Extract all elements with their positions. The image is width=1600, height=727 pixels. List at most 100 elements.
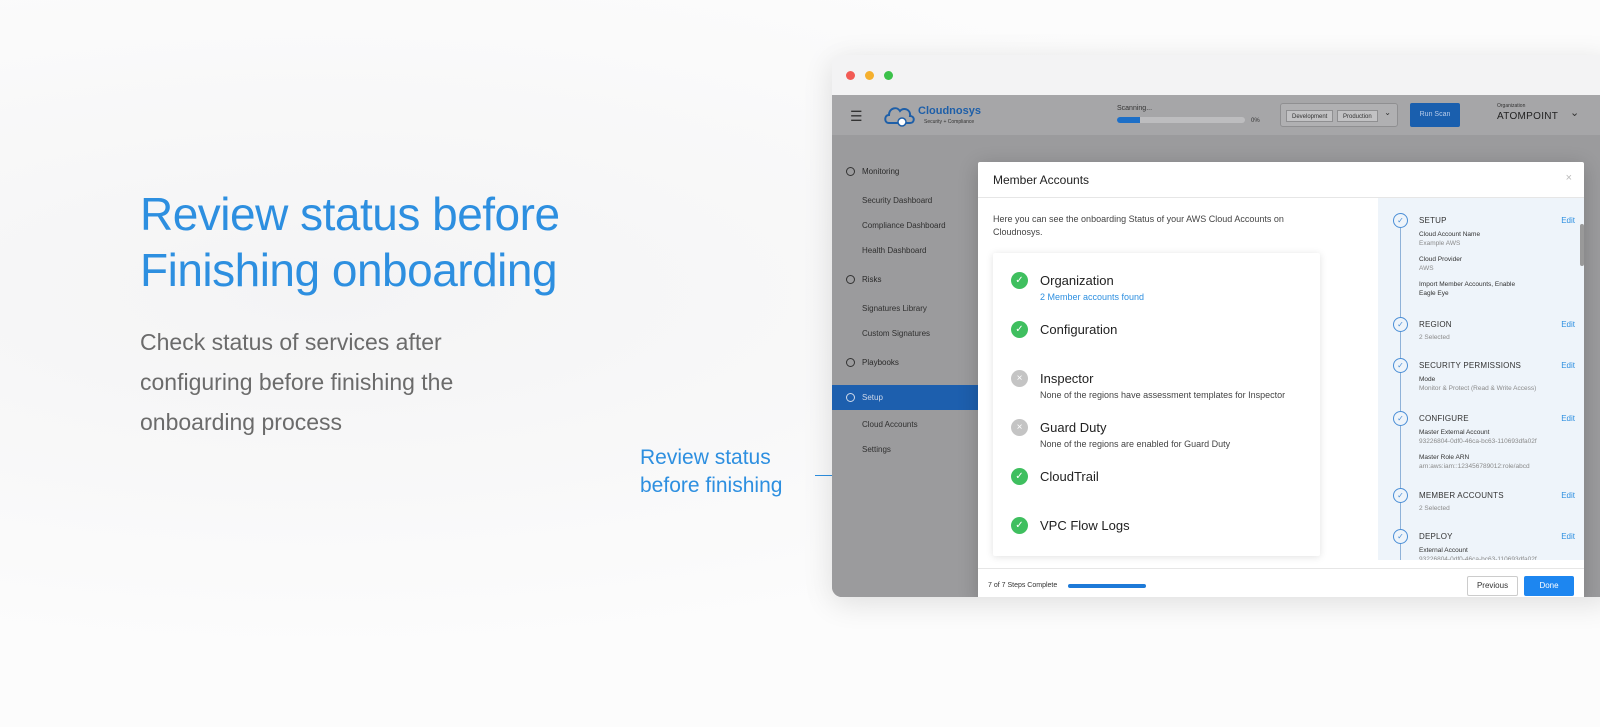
sidebar-item-setup[interactable]: Setup (832, 385, 992, 410)
maximize-window-dot[interactable] (884, 71, 893, 80)
risks-icon (846, 275, 855, 284)
sidebar: Monitoring Security Dashboard Compliance… (832, 135, 992, 597)
chevron-down-icon[interactable]: ⌄ (1570, 106, 1579, 119)
cloud-logo-icon (884, 107, 915, 127)
environment-selector[interactable]: Development Production ⌄ (1280, 103, 1398, 127)
window-controls (846, 71, 893, 80)
check-icon: ✓ (1393, 213, 1408, 228)
steps-complete-text: 7 of 7 Steps Complete (988, 582, 1058, 589)
app-window: ☰ Cloudnosys Security + Compliance Scann… (832, 55, 1600, 597)
step-field-value: 93226804-0df0-46ca-bc63-110693dfa02f (1419, 556, 1537, 560)
scan-progress-bar (1117, 117, 1245, 123)
edit-deploy-link[interactable]: Edit (1561, 532, 1575, 541)
status-card: ✓ Organization 2 Member accounts found ✓… (993, 253, 1320, 556)
organization-value[interactable]: ATOMPOINT (1497, 111, 1558, 122)
chevron-down-icon[interactable]: ⌄ (1384, 108, 1391, 117)
status-name: Guard Duty (1040, 420, 1107, 435)
status-name: Organization (1040, 273, 1114, 288)
sidebar-item-health-dashboard[interactable]: Health Dashboard (862, 246, 926, 255)
check-icon: ✓ (1393, 317, 1408, 332)
playbooks-icon (846, 358, 855, 367)
step-field-value: 93226804-0df0-46ca-bc63-110693dfa02f (1419, 438, 1537, 445)
step-title: SECURITY PERMISSIONS (1419, 361, 1522, 370)
step-field-label: Cloud Provider (1419, 256, 1462, 263)
step-field-label: Master External Account (1419, 429, 1490, 436)
sidebar-item-cloud-accounts[interactable]: Cloud Accounts (862, 420, 918, 429)
scan-status-label: Scanning... (1117, 105, 1153, 112)
step-title: SETUP (1419, 216, 1447, 225)
close-window-dot[interactable] (846, 71, 855, 80)
check-circle-icon: ✓ (1011, 468, 1028, 485)
hero-subtitle: Check status of services after configuri… (140, 329, 454, 435)
status-name: CloudTrail (1040, 469, 1099, 484)
x-circle-icon: × (1011, 419, 1028, 436)
close-icon[interactable]: × (1566, 172, 1572, 184)
steps-connector-line (1400, 228, 1401, 560)
brand-name: Cloudnosys (918, 105, 981, 117)
status-note: None of the regions are enabled for Guar… (1040, 439, 1231, 449)
step-title: REGION (1419, 320, 1452, 329)
setup-icon (846, 393, 855, 402)
monitoring-icon (846, 167, 855, 176)
step-field-label: Import Member Accounts, Enable Eagle Eye (1419, 281, 1516, 297)
step-field-value: AWS (1419, 265, 1434, 272)
modal-title: Member Accounts (993, 173, 1090, 187)
scan-percent: 0% (1251, 118, 1260, 124)
step-field-value: Monitor & Protect (Read & Write Access) (1419, 385, 1537, 392)
scan-progress-fill (1117, 117, 1141, 123)
member-accounts-modal: Member Accounts × Here you can see the o… (978, 162, 1584, 597)
top-bar: ☰ Cloudnosys Security + Compliance Scann… (832, 95, 1600, 135)
step-field-value: Example AWS (1419, 240, 1461, 247)
edit-security-link[interactable]: Edit (1561, 361, 1575, 370)
step-field-value: 2 Selected (1419, 505, 1450, 512)
check-circle-icon: ✓ (1011, 272, 1028, 289)
run-scan-button[interactable]: Run Scan (1410, 103, 1460, 127)
minimize-window-dot[interactable] (865, 71, 874, 80)
status-name: Inspector (1040, 371, 1094, 386)
steps-progress-fill (1068, 584, 1146, 588)
sidebar-item-label: Setup (862, 393, 883, 402)
status-name: VPC Flow Logs (1040, 518, 1130, 533)
step-field-label: External Account (1419, 547, 1468, 554)
organization-label: Organization (1497, 103, 1526, 109)
steps-progress-bar (1068, 584, 1146, 588)
sidebar-item-label: Monitoring (862, 167, 900, 176)
check-icon: ✓ (1393, 488, 1408, 503)
hero-title: Review status before Finishing onboardin… (140, 188, 560, 296)
steps-summary-rail: ✓ SETUP Edit Cloud Account Name Example … (1378, 198, 1584, 560)
sidebar-item-compliance-dashboard[interactable]: Compliance Dashboard (862, 221, 946, 230)
step-title: DEPLOY (1419, 532, 1453, 541)
previous-button[interactable]: Previous (1467, 576, 1518, 596)
edit-setup-link[interactable]: Edit (1561, 216, 1575, 225)
x-circle-icon: × (1011, 370, 1028, 387)
sidebar-item-settings[interactable]: Settings (862, 445, 891, 454)
env-chip-development[interactable]: Development (1286, 110, 1334, 122)
edit-configure-link[interactable]: Edit (1561, 414, 1575, 423)
menu-icon[interactable]: ☰ (850, 108, 864, 125)
brand-tagline: Security + Compliance (924, 119, 975, 125)
status-name: Configuration (1040, 322, 1118, 337)
check-circle-icon: ✓ (1011, 517, 1028, 534)
check-icon: ✓ (1393, 411, 1408, 426)
step-field-label: Mode (1419, 376, 1436, 383)
sidebar-item-custom-signatures[interactable]: Custom Signatures (862, 329, 930, 338)
sidebar-item-label: Playbooks (862, 358, 899, 367)
edit-member-accounts-link[interactable]: Edit (1561, 491, 1575, 500)
modal-intro-text: Here you can see the onboarding Status o… (993, 214, 1284, 237)
status-note: None of the regions have assessment temp… (1040, 390, 1286, 400)
modal-header: Member Accounts × (978, 162, 1584, 198)
scrollbar[interactable] (1580, 224, 1584, 266)
modal-footer: 7 of 7 Steps Complete Previous Done (978, 568, 1584, 597)
done-button[interactable]: Done (1524, 576, 1574, 596)
sidebar-item-security-dashboard[interactable]: Security Dashboard (862, 196, 932, 205)
env-chip-production[interactable]: Production (1337, 110, 1378, 122)
check-circle-icon: ✓ (1011, 321, 1028, 338)
app-screen: ☰ Cloudnosys Security + Compliance Scann… (832, 95, 1600, 597)
member-accounts-found-link[interactable]: 2 Member accounts found (1040, 292, 1144, 302)
step-field-value: 2 Selected (1419, 334, 1450, 341)
sidebar-item-signatures-library[interactable]: Signatures Library (862, 304, 927, 313)
step-title: CONFIGURE (1419, 414, 1469, 423)
step-field-value: arn:aws:iam::123456789012:role/abcd (1419, 463, 1530, 470)
callout-text: Review status before finishing (640, 446, 783, 497)
edit-region-link[interactable]: Edit (1561, 320, 1575, 329)
